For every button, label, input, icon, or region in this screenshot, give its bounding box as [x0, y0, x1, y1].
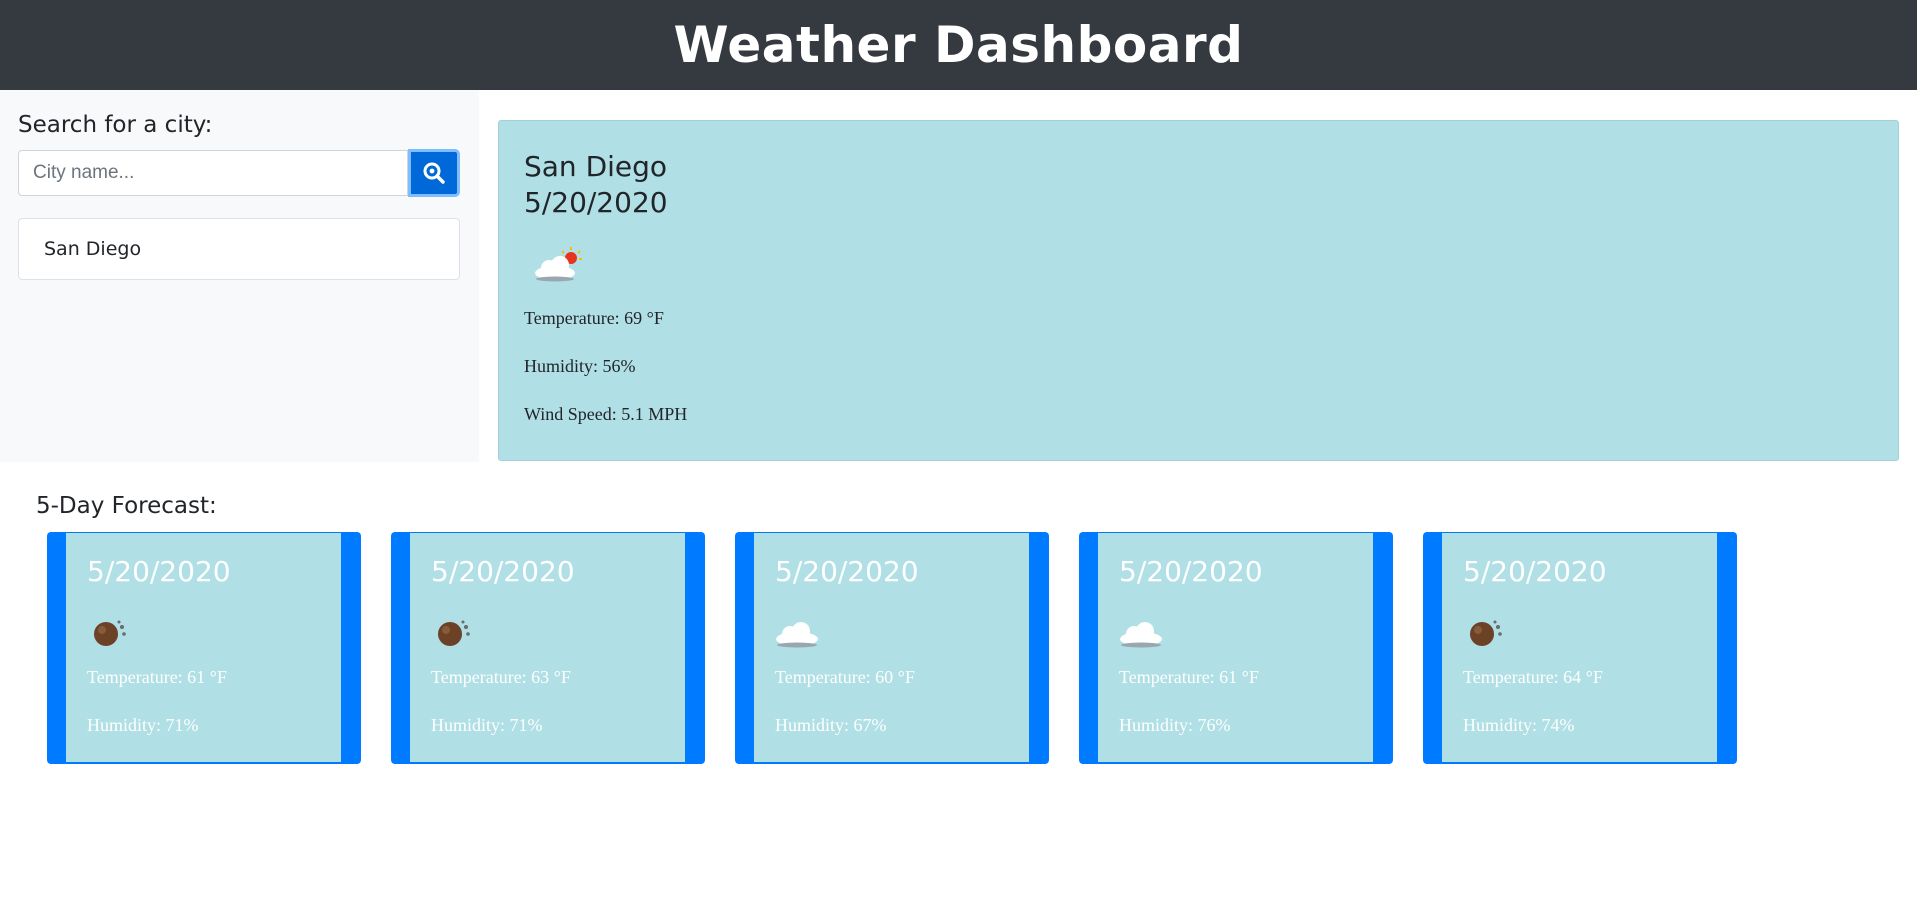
history-item-san-diego[interactable]: San Diego: [18, 218, 460, 280]
forecast-humidity: Humidity: 71%: [87, 715, 199, 735]
rain-icon: [1470, 620, 1502, 646]
forecast-date: 5/20/2020: [775, 555, 919, 588]
forecast-humidity: Humidity: 74%: [1463, 715, 1575, 735]
forecast-temperature: Temperature: 60 °F: [775, 667, 915, 687]
search-label: Search for a city:: [18, 112, 213, 138]
forecast-card: 5/20/2020 Temperature: 64 °F Humidity: 7…: [1423, 532, 1737, 764]
forecast-temperature: Temperature: 63 °F: [431, 667, 571, 687]
search-sidebar: Search for a city: San Diego: [0, 90, 479, 462]
forecast-humidity: Humidity: 67%: [775, 715, 887, 735]
page-header: Weather Dashboard: [0, 0, 1917, 90]
rain-icon: [94, 620, 126, 646]
rain-icon: [438, 620, 470, 646]
forecast-card: 5/20/2020 Temperature: 60 °F Humidity: 6…: [735, 532, 1049, 764]
cloud-icon: [776, 622, 818, 648]
forecast-card: 5/20/2020 Temperature: 63 °F Humidity: 7…: [391, 532, 705, 764]
forecast-humidity: Humidity: 76%: [1119, 715, 1231, 735]
current-city: San Diego: [524, 150, 668, 183]
page-title: Weather Dashboard: [673, 16, 1244, 74]
cloud-icon: [1120, 622, 1162, 648]
search-button[interactable]: [408, 149, 460, 197]
current-weather-card: San Diego 5/20/2020 Temperature: 69 °F H…: [498, 120, 1899, 461]
forecast-temperature: Temperature: 61 °F: [1119, 667, 1259, 687]
city-search-input[interactable]: [18, 150, 408, 196]
forecast-date: 5/20/2020: [431, 555, 575, 588]
current-temperature: Temperature: 69 °F: [524, 308, 664, 328]
forecast-date: 5/20/2020: [1463, 555, 1607, 588]
forecast-card: 5/20/2020 Temperature: 61 °F Humidity: 7…: [47, 532, 361, 764]
forecast-temperature: Temperature: 61 °F: [87, 667, 227, 687]
partly-cloudy-icon: [535, 247, 582, 282]
forecast-title: 5-Day Forecast:: [36, 493, 217, 519]
forecast-date: 5/20/2020: [87, 555, 231, 588]
current-date: 5/20/2020: [524, 186, 668, 219]
current-wind-speed: Wind Speed: 5.1 MPH: [524, 404, 688, 424]
forecast-humidity: Humidity: 71%: [431, 715, 543, 735]
forecast-temperature: Temperature: 64 °F: [1463, 667, 1603, 687]
current-humidity: Humidity: 56%: [524, 356, 636, 376]
forecast-card: 5/20/2020 Temperature: 61 °F Humidity: 7…: [1079, 532, 1393, 764]
search-icon: [423, 162, 445, 184]
forecast-date: 5/20/2020: [1119, 555, 1263, 588]
